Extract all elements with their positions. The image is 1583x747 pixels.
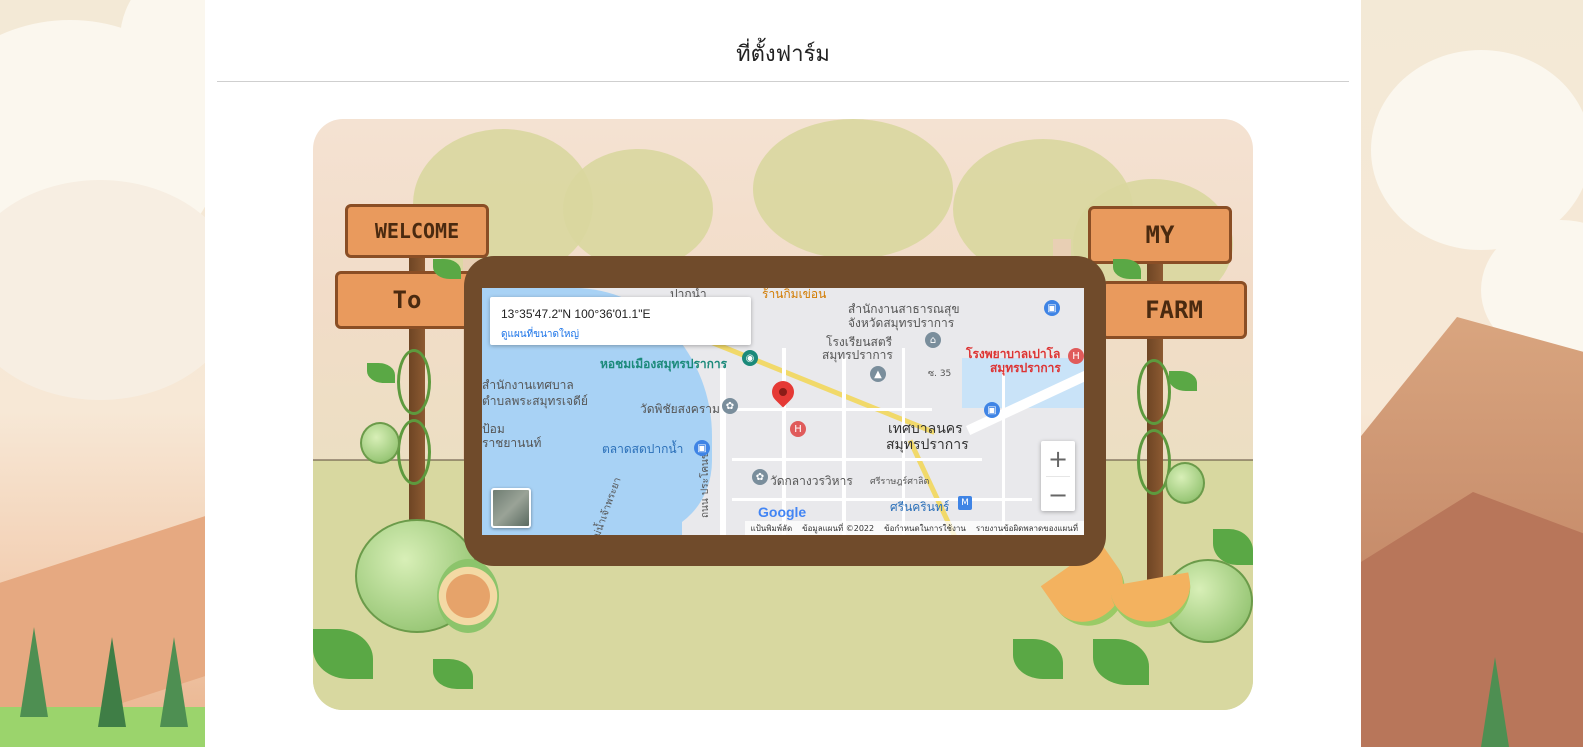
farm-illustration: WELCOME To MY FARM ปากน้ำ ร้านกิมเข่อน ส…: [313, 119, 1253, 710]
map-label: ถนน ประโคนชัย: [700, 446, 711, 518]
map-frame: ปากน้ำ ร้านกิมเข่อน สำนักงานสาธารณสุข จั…: [464, 256, 1106, 566]
school-icon[interactable]: ▲: [870, 366, 886, 382]
temple-icon[interactable]: ✿: [722, 398, 738, 414]
google-map[interactable]: ปากน้ำ ร้านกิมเข่อน สำนักงานสาธารณสุข จั…: [482, 288, 1084, 535]
coordinates: 13°35'47.2"N 100°36'01.1"E: [501, 307, 651, 321]
map-label: หอชมเมืองสมุทรปราการ: [600, 357, 728, 371]
hospital-icon[interactable]: H: [790, 421, 806, 437]
report-error-link[interactable]: รายงานข้อผิดพลาดของแผนที่: [976, 522, 1078, 535]
map-label: สมุทรปราการ: [822, 348, 893, 362]
content-card: ที่ตั้งฟาร์ม WELCOME To MY FARM ปากน้ำ ร…: [205, 0, 1361, 747]
page-title: ที่ตั้งฟาร์ม: [736, 42, 830, 67]
map-label: ศรีนครินทร์: [890, 500, 950, 514]
melon-half: [437, 559, 499, 633]
map-label: จังหวัดสมุทรปราการ: [848, 316, 955, 330]
map-label: ซ. 35: [928, 369, 952, 379]
view-larger-map-link[interactable]: ดูแผนที่ขนาดใหญ่: [501, 327, 579, 342]
map-label: วัดพิชัยสงคราม: [640, 402, 720, 416]
landmark-icon[interactable]: ⌂: [925, 332, 941, 348]
map-label: ตำบลพระสมุทรเจดีย์: [482, 394, 588, 408]
left-background: [0, 0, 205, 747]
google-logo-text: Google: [758, 504, 807, 520]
location-pin-icon[interactable]: [767, 376, 799, 408]
metro-icon[interactable]: M: [958, 496, 972, 510]
map-label: สมุทรปราการ: [990, 361, 1061, 375]
camera-icon[interactable]: ◉: [742, 350, 758, 366]
zoom-out-button[interactable]: −: [1041, 477, 1075, 512]
map-label: ราชยานนท์: [482, 436, 542, 450]
market-icon[interactable]: ▣: [694, 440, 710, 456]
small-melon: [360, 422, 400, 464]
sign-to: To: [335, 271, 479, 329]
hospital-icon[interactable]: H: [1068, 348, 1084, 364]
google-logo: Google: [758, 504, 806, 520]
zoom-in-button[interactable]: +: [1041, 441, 1075, 476]
sign-welcome: WELCOME: [345, 204, 489, 258]
sign-my: MY: [1088, 206, 1232, 264]
right-background: [1361, 0, 1583, 747]
temple-icon[interactable]: ✿: [752, 469, 768, 485]
keyboard-shortcuts-link[interactable]: แป้นพิมพ์ลัด: [751, 522, 793, 535]
zoom-controls: + −: [1041, 441, 1075, 511]
terms-link[interactable]: ข้อกำหนดในการใช้งาน: [884, 522, 966, 535]
shopping-icon[interactable]: ▣: [1044, 300, 1060, 316]
sign-farm: FARM: [1101, 281, 1247, 339]
title-divider: [217, 81, 1349, 82]
map-footer: แป้นพิมพ์ลัด ข้อมูลแผนที่ ©2022 ข้อกำหนด…: [744, 521, 1084, 535]
map-label: ตลาดสดปากน้ำ: [602, 442, 684, 456]
small-melon-right: [1165, 462, 1205, 504]
shopping-cart-icon[interactable]: ▣: [984, 402, 1000, 418]
map-label: สมุทรปราการ: [886, 437, 969, 453]
map-info-box: 13°35'47.2"N 100°36'01.1"E ดูแผนที่ขนาดใ…: [490, 297, 751, 345]
satellite-toggle-button[interactable]: [491, 488, 531, 528]
map-label: ร้านกิมเข่อน: [762, 288, 827, 301]
map-label: วัดกลางวรวิหาร: [770, 474, 853, 488]
map-data-text: ข้อมูลแผนที่ ©2022: [802, 523, 875, 533]
map-label: ศรีราษฎร์ศาลิต: [870, 477, 930, 487]
